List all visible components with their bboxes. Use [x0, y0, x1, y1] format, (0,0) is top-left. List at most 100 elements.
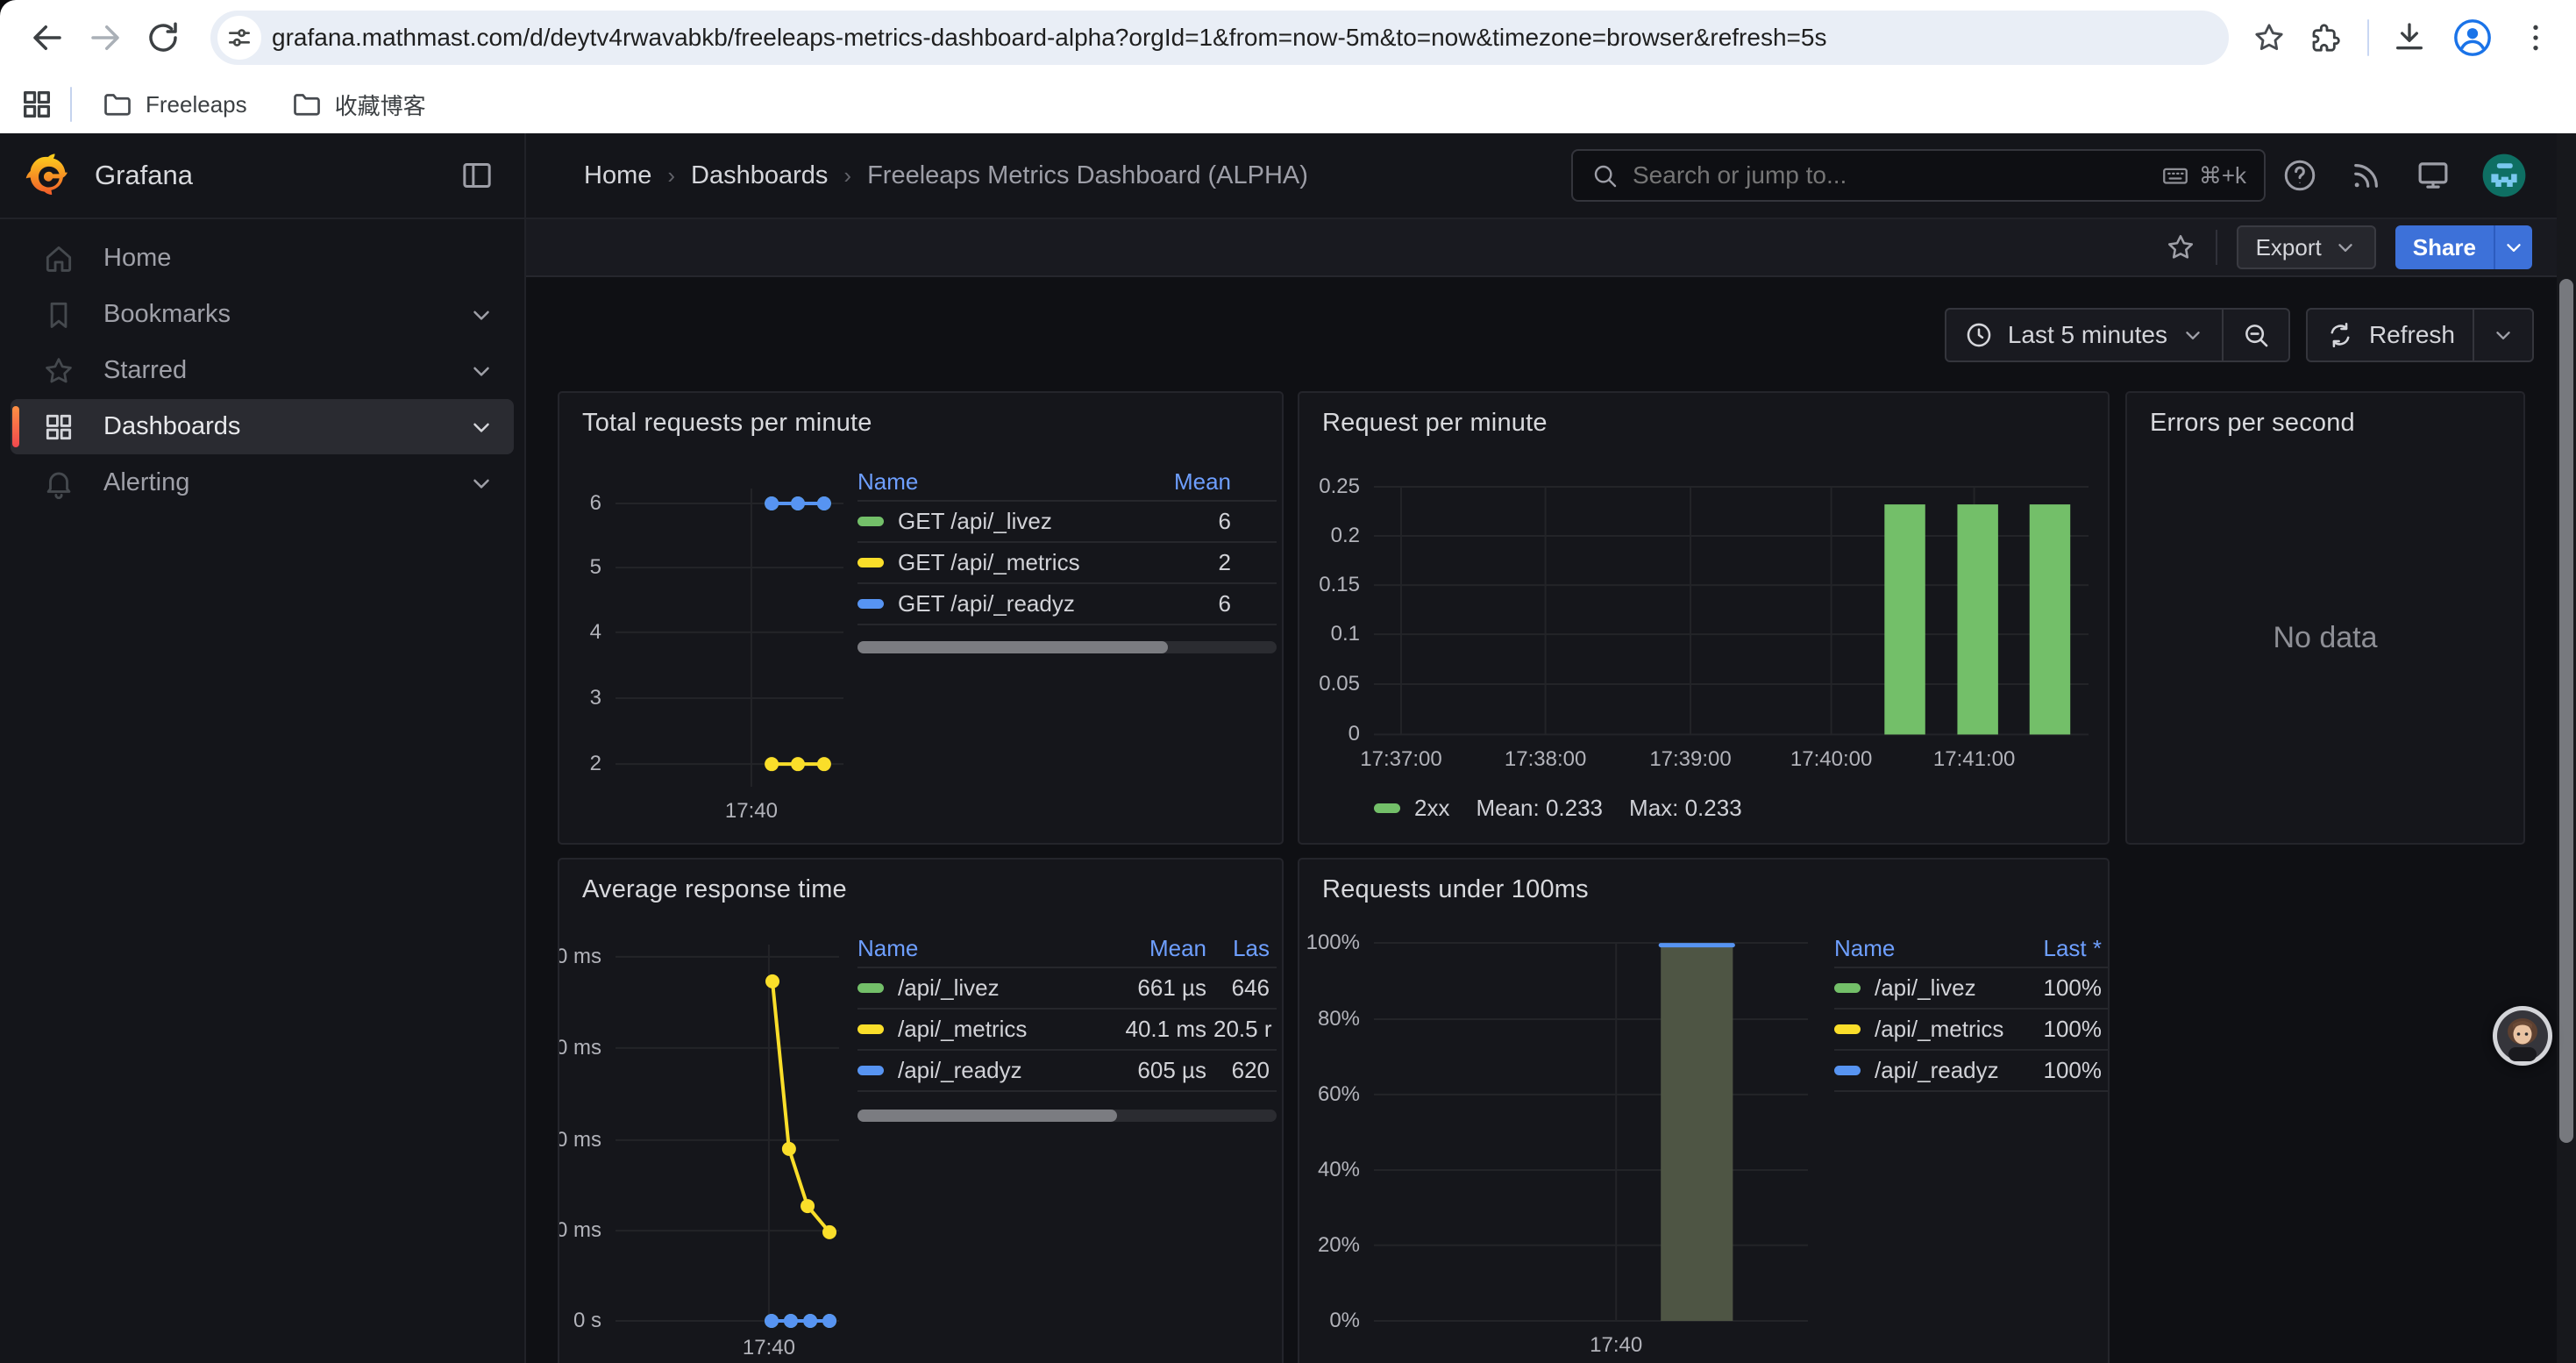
scrollbar-thumb[interactable] — [857, 1110, 1117, 1122]
series-color-pill — [857, 1024, 884, 1034]
sidebar-item-bookmarks[interactable]: Bookmarks — [11, 287, 514, 342]
series-color-pill — [857, 517, 884, 526]
axis-tick-label: 0 s — [573, 1309, 601, 1333]
axis-tick-label: 5 — [590, 555, 601, 580]
panel-total-requests-per-minute: Total requests per minute 6543217:40 Nam… — [558, 391, 1284, 845]
bookmark-item-freeleaps[interactable]: Freeleaps — [88, 82, 261, 127]
legend-series-readyz[interactable]: /api/_readyz — [1834, 1057, 1995, 1084]
reload-button[interactable] — [139, 13, 188, 62]
legend-column-name[interactable]: Name — [1834, 935, 1995, 962]
menu-kebab-icon[interactable] — [2518, 20, 2553, 55]
apps-grid-icon[interactable] — [19, 87, 54, 122]
sidebar-item-starred[interactable]: Starred — [11, 343, 514, 398]
sidebar-item-label: Bookmarks — [103, 300, 231, 329]
axis-tick-label: 0.1 — [1331, 622, 1360, 646]
extensions-icon[interactable] — [2309, 20, 2345, 55]
refresh-interval-caret[interactable] — [2474, 310, 2532, 360]
legend-series-metrics[interactable]: GET /api/_metrics — [857, 549, 1128, 576]
sidebar-toggle-icon[interactable] — [459, 158, 495, 193]
url-bar[interactable] — [210, 11, 2229, 65]
legend-horizontal-scrollbar[interactable] — [857, 641, 1277, 653]
home-icon — [42, 242, 75, 275]
legend-series-metrics[interactable]: /api/_metrics — [1834, 1016, 1995, 1043]
breadcrumb-home[interactable]: Home — [584, 161, 651, 190]
sidebar-item-dashboards[interactable]: Dashboards — [11, 399, 514, 454]
page-scrollbar[interactable] — [2557, 133, 2576, 1363]
download-icon[interactable] — [2392, 20, 2427, 55]
help-icon[interactable] — [2281, 157, 2318, 194]
sidebar-item-home[interactable]: Home — [11, 231, 514, 286]
legend-row: /api/_readyz 605 µs 620 — [857, 1051, 1277, 1092]
sidebar-item-label: Alerting — [103, 468, 189, 497]
forward-button[interactable] — [81, 13, 130, 62]
panel-title[interactable]: Errors per second — [2150, 409, 2355, 438]
share-caret-button[interactable] — [2494, 225, 2532, 269]
legend-column-mean[interactable]: Mean — [1082, 935, 1213, 962]
refresh-label: Refresh — [2369, 321, 2455, 349]
header-icons — [2281, 153, 2527, 198]
legend-series-2xx[interactable]: 2xx — [1374, 795, 1449, 822]
site-settings-icon[interactable] — [217, 16, 261, 60]
legend-series-readyz[interactable]: /api/_readyz — [857, 1057, 1082, 1084]
panel-title[interactable]: Requests under 100ms — [1322, 875, 1589, 904]
chevron-down-icon[interactable] — [468, 358, 495, 384]
axis-tick-label: 60 ms — [558, 1036, 601, 1060]
legend-row: /api/_metrics 40.1 ms 20.5 r — [857, 1010, 1277, 1051]
legend-column-name[interactable]: Name — [857, 468, 1128, 496]
share-split-button: Share — [2395, 225, 2532, 269]
panel-title[interactable]: Request per minute — [1322, 409, 1548, 438]
export-button[interactable]: Export — [2237, 225, 2376, 269]
back-button[interactable] — [23, 13, 72, 62]
axis-tick-label: 0.25 — [1319, 475, 1360, 499]
search-box[interactable]: ⌘+k — [1571, 149, 2266, 202]
scrollbar-thumb[interactable] — [2559, 279, 2573, 1143]
sidebar-item-alerting[interactable]: Alerting — [11, 455, 514, 510]
legend-last-value: 100% — [1995, 974, 2109, 1002]
legend-series-readyz[interactable]: GET /api/_readyz — [857, 590, 1128, 617]
axis-tick-label: 17:40 — [743, 1336, 795, 1360]
chevron-down-icon[interactable] — [468, 470, 495, 496]
legend-table: Name Mean Las /api/_livez 661 µs 646 /ap… — [857, 930, 1277, 1092]
legend-series-livez[interactable]: /api/_livez — [857, 974, 1082, 1002]
breadcrumb-dashboards[interactable]: Dashboards — [691, 161, 828, 190]
sidebar-item-label: Dashboards — [103, 412, 240, 441]
user-avatar[interactable] — [2481, 153, 2527, 198]
panel-title[interactable]: Total requests per minute — [582, 409, 872, 438]
chevron-down-icon[interactable] — [468, 302, 495, 328]
kiosk-monitor-icon[interactable] — [2415, 157, 2451, 194]
legend-horizontal-scrollbar[interactable] — [857, 1110, 1277, 1122]
browser-chrome: Freeleaps 收藏博客 — [0, 0, 2576, 133]
legend-column-name[interactable]: Name — [857, 935, 1082, 962]
news-rss-icon[interactable] — [2348, 157, 2385, 194]
chart-total-requests: 6543217:40 — [616, 489, 843, 787]
panel-title[interactable]: Average response time — [582, 875, 847, 904]
zoom-out-button[interactable] — [2224, 310, 2288, 360]
axis-tick-label: 40% — [1318, 1158, 1360, 1182]
legend-column-mean[interactable]: Mean — [1128, 468, 1277, 496]
floating-assistant-avatar[interactable] — [2492, 1005, 2553, 1067]
favorite-star-icon[interactable] — [2165, 232, 2196, 263]
search-input[interactable] — [1633, 161, 2146, 189]
time-range-button[interactable]: Last 5 minutes — [1946, 310, 2222, 360]
breadcrumb: Home › Dashboards › Freeleaps Metrics Da… — [526, 161, 1308, 190]
legend-last-value: 100% — [1995, 1016, 2109, 1043]
browser-profile-avatar[interactable] — [2450, 15, 2495, 61]
grafana-logo[interactable] — [25, 152, 72, 199]
url-input[interactable] — [272, 24, 2220, 52]
legend-column-last[interactable]: Las — [1213, 935, 1277, 962]
bookmarks-bar: Freeleaps 收藏博客 — [0, 75, 2576, 133]
axis-tick-label: 0.15 — [1319, 573, 1360, 597]
legend-series-livez[interactable]: /api/_livez — [1834, 974, 1995, 1002]
legend-last-value: 646 — [1213, 974, 1277, 1002]
scrollbar-thumb[interactable] — [857, 641, 1168, 653]
chevron-down-icon[interactable] — [468, 414, 495, 440]
share-button[interactable]: Share — [2395, 225, 2494, 269]
legend-series-livez[interactable]: GET /api/_livez — [857, 508, 1128, 535]
bookmark-star-icon[interactable] — [2252, 20, 2287, 55]
legend-column-last[interactable]: Last * — [1995, 935, 2109, 962]
axis-tick-label: 3 — [590, 686, 601, 710]
refresh-button[interactable]: Refresh — [2308, 310, 2473, 360]
legend-series-metrics[interactable]: /api/_metrics — [857, 1016, 1082, 1043]
folder-icon — [291, 89, 323, 120]
bookmark-item-blog[interactable]: 收藏博客 — [277, 82, 440, 128]
